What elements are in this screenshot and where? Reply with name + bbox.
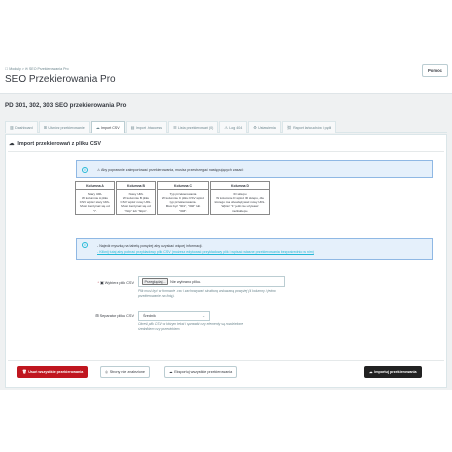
cloud-upload-icon: ☁: [369, 370, 373, 374]
plus-square-icon: ⊞: [43, 125, 47, 130]
cloud-upload-icon: ☁: [9, 141, 15, 147]
panel-heading-divider: [8, 151, 444, 152]
tab-settings[interactable]: ⚙ Ustawienia: [248, 121, 281, 133]
tab-label: Lista przekierowań (0): [177, 125, 214, 130]
tab-label: Dashboard: [15, 125, 33, 130]
column-line: "303".: [178, 208, 188, 213]
cloud-upload-icon: ☁: [95, 125, 100, 130]
import-redirects-button[interactable]: ☁ Importuj przekierowania: [364, 366, 422, 378]
button-label: Strony nie znalezione: [109, 370, 145, 374]
separator-help-text: Określ plik CSV w którym tekst i sprawdź…: [138, 322, 244, 332]
file-status: Nie wybrano pliku.: [170, 279, 202, 284]
separator-field-label: ⊞ Separator pliku CSV: [60, 313, 134, 318]
button-label: Eksportuj wszystkie przekierowania: [174, 370, 233, 374]
panel-heading: ☁ Import przekierowań z pliku CSV: [9, 141, 101, 147]
info-alert: i ⚠ Aby poprawnie zaimportować przekiero…: [76, 160, 433, 178]
trash-icon: 🗑: [22, 370, 27, 374]
column-header: Kolumna C: [158, 182, 208, 190]
panel-heading-text: Import przekierowań z pliku CSV: [17, 141, 101, 147]
tips-hover-hint: - Najedź myszką na tabelę powyżej aby uz…: [97, 244, 203, 248]
tab-import-htaccess[interactable]: ▤ Import .htaccess: [125, 121, 168, 133]
file-label-text: Wybierz plik CSV: [104, 281, 134, 285]
column-c-card[interactable]: Kolumna C Typ przekierowania W kolumnie …: [157, 181, 209, 216]
tab-import-csv[interactable]: ☁ Import CSV: [90, 121, 125, 133]
file-icon: ▤: [130, 125, 135, 130]
info-alert-text: ⚠ Aby poprawnie zaimportować przekierowa…: [97, 167, 244, 172]
separator-selected-value: Średnik: [143, 314, 156, 318]
chevron-down-icon: ⌄: [202, 314, 205, 318]
tab-label: Ustawienia: [258, 125, 276, 130]
warning-icon: ⚠: [224, 125, 228, 130]
delete-all-redirects-button[interactable]: 🗑 Usuń wszystkie przekierowania: [17, 366, 89, 378]
bar-chart-icon: ▥: [10, 125, 14, 130]
gears-icon: ⚙: [253, 125, 257, 130]
module-tabs: ▥ Dashboard ⊞ Utwórz przekierowanie ☁ Impor…: [5, 121, 447, 133]
column-description: Typ przekierowania W kolumnie C pliku CS…: [158, 190, 208, 214]
module-title: PD 301, 302, 303 SEO przekierowania Pro: [5, 102, 127, 109]
column-line: "/".: [93, 208, 97, 213]
page-title: SEO Przekierowania Pro: [5, 74, 116, 85]
column-header: Kolumna A: [76, 182, 114, 190]
separator-label-text: Separator pliku CSV: [99, 314, 134, 318]
tab-label: Import .htaccess: [135, 125, 163, 130]
tips-alert: i - Najedź myszką na tabelę powyżej aby …: [76, 238, 433, 260]
not-found-pages-button[interactable]: ◎ Strony nie znalezione: [100, 366, 150, 378]
file-help-text: Plik musi być w formacie .csv i zachowyw…: [138, 289, 276, 299]
column-description: Nowy URL W kolumnie B pliku CSV wpisz no…: [117, 190, 155, 214]
column-d-card[interactable]: Kolumna D ID sklepu W kolumnie D wpisz I…: [210, 181, 270, 216]
tab-label: Import CSV: [101, 125, 120, 130]
tab-dashboard[interactable]: ▥ Dashboard: [5, 121, 38, 133]
button-label: Usuń wszystkie przekierowania: [28, 370, 84, 374]
tab-chain-report[interactable]: ⛓ Raport łańcuchów i pętli: [281, 121, 337, 133]
list-icon: ☰: [173, 125, 177, 130]
tab-label: Log 404: [229, 125, 243, 130]
breadcrumb[interactable]: ☐ Moduły > ✉ SEO Przekierowania Pro: [5, 67, 69, 71]
browse-button[interactable]: Przeglądaj...: [142, 277, 169, 286]
column-line: multisklepu.: [231, 208, 249, 213]
button-label: Importuj przekierowania: [374, 370, 417, 374]
csv-file-input[interactable]: Przeglądaj... Nie wybrano pliku.: [138, 276, 285, 287]
footer-divider: [8, 360, 444, 361]
column-a-card[interactable]: Kolumna A Stary URL W kolumnie A pliku C…: [75, 181, 115, 216]
tab-create-redirect[interactable]: ⊞ Utwórz przekierowanie: [38, 121, 90, 133]
cloud-download-icon: ☁: [169, 370, 173, 374]
tab-label: Raport łańcuchów i pętli: [293, 125, 332, 130]
help-button[interactable]: Pomoc: [422, 64, 448, 77]
csv-columns: Kolumna A Stary URL W kolumnie A pliku C…: [75, 181, 270, 216]
download-sample-csv-link[interactable]: - Kliknij tutaj aby pobrać przykładowy p…: [97, 250, 314, 254]
column-description: ID sklepu W kolumnie D wpisz ID sklepu, …: [211, 190, 269, 214]
tab-redirect-list[interactable]: ☰ Lista przekierowań (0): [168, 121, 219, 133]
column-line: "http" lub "https".: [124, 208, 148, 213]
eye-icon: ◎: [105, 370, 109, 374]
column-b-card[interactable]: Kolumna B Nowy URL W kolumnie B pliku CS…: [116, 181, 156, 216]
info-icon: i: [82, 167, 88, 173]
column-header: Kolumna B: [117, 182, 155, 190]
link-icon: ⛓: [286, 125, 292, 130]
separator-select[interactable]: Średnik ⌄: [138, 311, 210, 321]
info-icon: i: [82, 242, 88, 248]
column-description: Stary URL W kolumnie A pliku CSV wpisz s…: [76, 190, 114, 214]
tab-label: Utwórz przekierowanie: [48, 125, 85, 130]
export-all-redirects-button[interactable]: ☁ Eksportuj wszystkie przekierowania: [164, 366, 238, 378]
tab-log-404[interactable]: ⚠ Log 404: [219, 121, 248, 133]
column-header: Kolumna D: [211, 182, 269, 190]
file-field-label: * ▣ Wybierz plik CSV: [60, 280, 135, 285]
